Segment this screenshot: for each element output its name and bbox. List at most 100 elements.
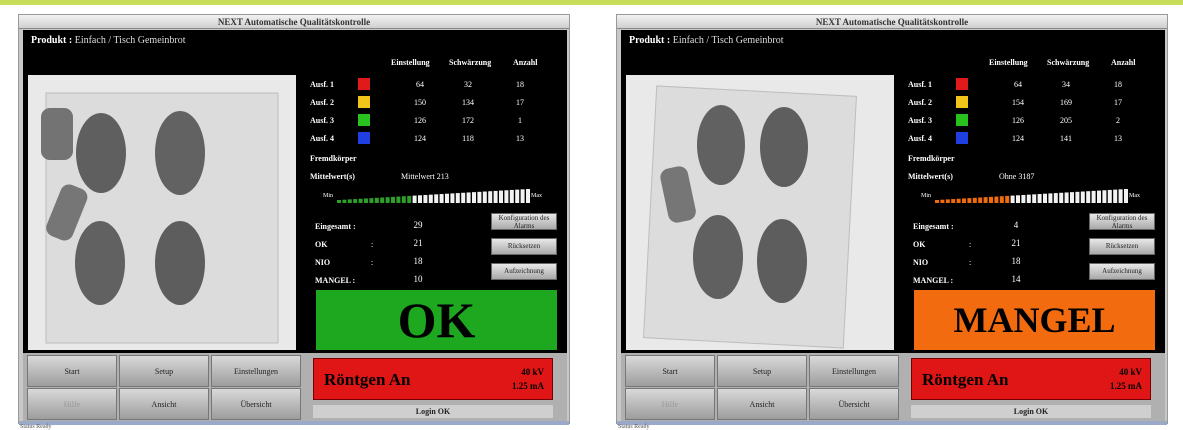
auswertung-row-2: Ausf. 2 154 169 17: [908, 96, 1158, 110]
nav-hilfe-button[interactable]: Hilfe: [625, 388, 715, 420]
gauge-segment: [994, 196, 999, 203]
gauge-segment: [983, 197, 988, 203]
gauge-segment: [967, 198, 972, 203]
gauge-segment: [989, 196, 993, 203]
product-label: Produkt :: [31, 35, 73, 46]
nav-start-button[interactable]: Start: [625, 355, 715, 387]
xray-status-panel[interactable]: Röntgen An 40 kV 1.25 mA: [313, 358, 553, 400]
nav-setup-button[interactable]: Setup: [119, 355, 209, 387]
reset-button[interactable]: Rücksetzen: [1089, 238, 1155, 255]
value-schwaerzung: 141: [1060, 134, 1072, 143]
mittelwert-label: Mittelwert(s): [310, 172, 355, 181]
login-status: Login OK: [313, 405, 553, 418]
nav-ansicht-button[interactable]: Ansicht: [717, 388, 807, 420]
gauge-segment: [1026, 194, 1031, 203]
gauge-segment: [1070, 192, 1074, 203]
gauge-segment: [482, 191, 487, 203]
gauge-segment: [1032, 194, 1037, 203]
gauge-segment: [1102, 190, 1107, 203]
bottom-toolbar: Start Setup Einstellungen Hilfe Ansicht …: [621, 353, 1165, 421]
gauge-segment: [1053, 193, 1058, 203]
reset-button[interactable]: Rücksetzen: [491, 238, 557, 255]
row-label: Ausf. 3: [908, 116, 933, 125]
count-ok-value: 21: [413, 238, 423, 248]
gauge-segment: [358, 198, 363, 203]
fremdkoerper-label: Fremdkörper: [908, 154, 955, 163]
gauge-segment: [972, 197, 977, 203]
gauge-segment: [1048, 193, 1053, 203]
gauge-segment: [472, 192, 476, 203]
auswertung-row-1: Ausf. 1 64 32 18: [310, 78, 560, 92]
product-value: Einfach / Tisch Gemeinbrot: [74, 35, 186, 46]
gauge-segment: [461, 192, 466, 203]
alarm-config-button[interactable]: Konfiguration des Alarms: [491, 213, 557, 230]
ma-value: 1.25 mA: [1110, 381, 1142, 391]
header-schwaerzung: Schwärzung: [1047, 58, 1090, 67]
count-ok-colon: :: [371, 240, 374, 249]
gauge-segment: [515, 189, 520, 203]
count-nio-value: 18: [1011, 256, 1021, 266]
inspection-screen-ok: NEXT Automatische Qualitätskontrolle Pro…: [18, 14, 570, 425]
record-button[interactable]: Aufzeichnung: [491, 263, 557, 280]
value-einstellung: 124: [414, 134, 426, 143]
product-oval-1: [697, 105, 745, 185]
nav-einstellungen-button[interactable]: Einstellungen: [809, 355, 899, 387]
gauge-segment: [956, 198, 961, 203]
nav-start-button[interactable]: Start: [27, 355, 117, 387]
value-schwaerzung: 118: [462, 134, 474, 143]
nav-einstellungen-button[interactable]: Einstellungen: [211, 355, 301, 387]
count-nio-colon: :: [371, 258, 374, 267]
product-line: Produkt : Einfach / Tisch Gemeinbrot: [629, 35, 784, 46]
value-einstellung: 126: [1012, 116, 1024, 125]
level-gauge: Min Max: [921, 188, 1141, 204]
count-nio-label: NIO: [913, 258, 929, 267]
xray-on-label: Röntgen An: [324, 370, 411, 389]
xray-tray-graphic: [41, 92, 279, 344]
auswertung-row-2: Ausf. 2 150 134 17: [310, 96, 560, 110]
nav-uebersicht-button[interactable]: Übersicht: [211, 388, 301, 420]
value-einstellung: 154: [1012, 98, 1024, 107]
gauge-segment: [455, 193, 460, 203]
product-oval-1: [76, 113, 126, 193]
gauge-segment: [1016, 195, 1020, 203]
record-button[interactable]: Aufzeichnung: [1089, 263, 1155, 280]
nav-setup-button[interactable]: Setup: [717, 355, 807, 387]
row-label: Ausf. 1: [310, 80, 335, 89]
gauge-min-label: Min: [921, 193, 932, 199]
gauge-segment: [1118, 189, 1123, 203]
gauge-segment: [499, 190, 503, 203]
value-schwaerzung: 34: [1062, 80, 1070, 89]
status-text-right: Status Ready: [618, 424, 650, 430]
gauge-segment: [450, 193, 455, 203]
gauge-segment: [374, 197, 379, 203]
gauge-segment: [337, 200, 341, 203]
gauge-segment: [445, 193, 449, 203]
gauge-segment: [1080, 191, 1085, 203]
color-swatch: [956, 114, 968, 126]
color-swatch: [358, 78, 370, 90]
count-ok-label: OK: [315, 240, 328, 249]
gauge-segment: [434, 194, 439, 203]
gauge-segment: [1005, 195, 1010, 203]
product-oval-3: [693, 215, 743, 299]
nav-ansicht-button[interactable]: Ansicht: [119, 388, 209, 420]
gauge-segment: [940, 199, 945, 203]
product-oval-4: [757, 219, 807, 303]
count-nio-colon: :: [969, 258, 972, 267]
value-einstellung: 126: [414, 116, 426, 125]
nav-hilfe-button[interactable]: Hilfe: [27, 388, 117, 420]
nav-uebersicht-button[interactable]: Übersicht: [809, 388, 899, 420]
row-label: Ausf. 3: [310, 116, 335, 125]
gauge-segment: [1086, 191, 1091, 203]
gauge-segment: [945, 199, 950, 203]
value-anzahl: 13: [1114, 134, 1122, 143]
kv-value: 40 kV: [521, 367, 544, 377]
value-schwaerzung: 32: [464, 80, 472, 89]
value-anzahl: 17: [1114, 98, 1122, 107]
xray-status-panel[interactable]: Röntgen An 40 kV 1.25 mA: [911, 358, 1151, 400]
alarm-config-button[interactable]: Konfiguration des Alarms: [1089, 213, 1155, 230]
auswertung-row-4: Ausf. 4 124 118 13: [310, 132, 560, 146]
login-status: Login OK: [911, 405, 1151, 418]
gauge-segment: [342, 199, 347, 203]
value-anzahl: 2: [1116, 116, 1120, 125]
